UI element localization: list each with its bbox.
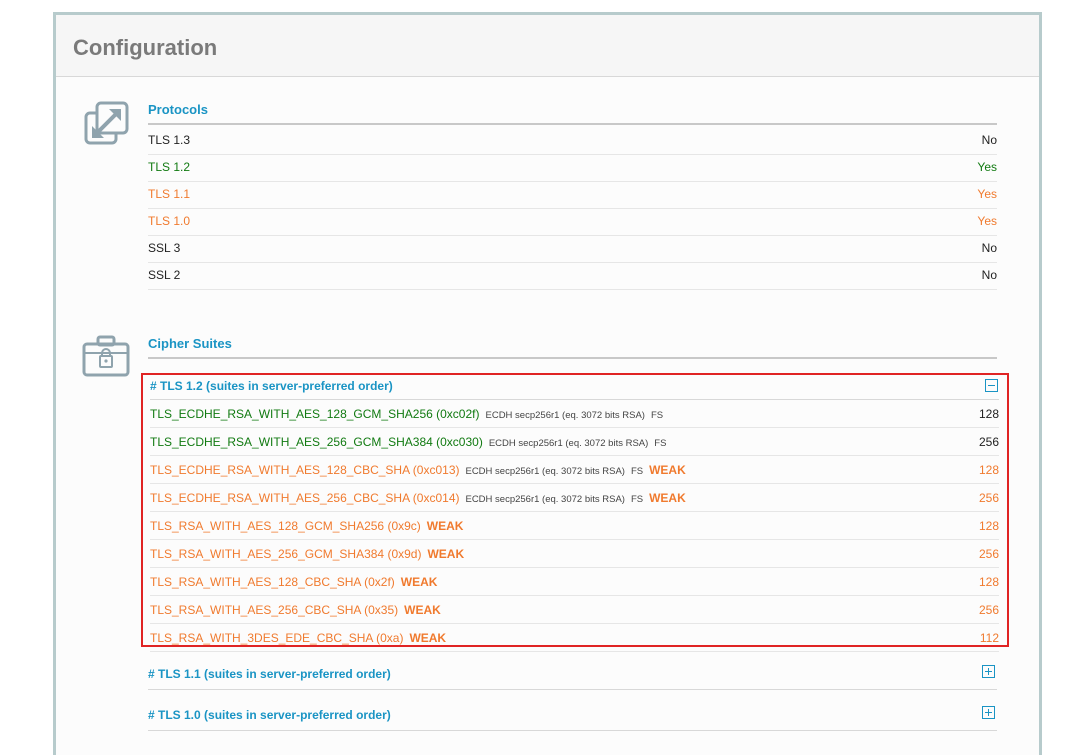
protocol-name: SSL 3 xyxy=(148,241,181,255)
protocol-name: TLS 1.0 xyxy=(148,214,191,228)
suite-code: (0x35) xyxy=(364,603,399,617)
suite-name-cell: TLS_RSA_WITH_AES_256_CBC_SHA (0x35) WEAK xyxy=(150,603,441,617)
expand-icon[interactable] xyxy=(982,706,995,719)
suite-name: TLS_RSA_WITH_AES_256_GCM_SHA384 xyxy=(150,547,385,561)
suite-name: TLS_RSA_WITH_AES_256_CBC_SHA xyxy=(150,603,361,617)
suite-name: TLS_ECDHE_RSA_WITH_AES_256_GCM_SHA384 xyxy=(150,435,433,449)
page-title: Configuration xyxy=(73,35,218,60)
expand-icon[interactable] xyxy=(982,665,995,678)
suite-name: TLS_RSA_WITH_AES_128_GCM_SHA256 xyxy=(150,519,385,533)
suite-name-cell: TLS_RSA_WITH_AES_128_GCM_SHA256 (0x9c) WE… xyxy=(150,519,463,533)
suite-name: TLS_RSA_WITH_AES_128_CBC_SHA xyxy=(150,575,361,589)
suite-key-exchange: ECDH secp256r1 (eq. 3072 bits RSA) xyxy=(465,494,625,505)
protocol-row: TLS 1.0 Yes xyxy=(148,208,997,236)
suite-name: TLS_ECDHE_RSA_WITH_AES_128_GCM_SHA256 xyxy=(150,407,433,421)
protocol-support: Yes xyxy=(977,214,997,228)
protocol-row: TLS 1.2 Yes xyxy=(148,154,997,182)
forward-secrecy-badge: FS xyxy=(654,438,667,449)
forward-secrecy-badge: FS xyxy=(630,494,644,505)
group-tls10[interactable]: # TLS 1.0 (suites in server-preferred or… xyxy=(148,690,997,731)
suite-code: (0xc030) xyxy=(436,435,483,449)
protocol-row: TLS 1.1 Yes xyxy=(148,181,997,209)
protocol-name: TLS 1.2 xyxy=(148,160,191,174)
weak-badge: WEAK xyxy=(649,463,686,477)
suite-code: (0x9d) xyxy=(387,547,422,561)
cipher-suite-row: TLS_RSA_WITH_AES_256_CBC_SHA (0x35) WEAK 2… xyxy=(150,596,999,624)
briefcase-lock-icon xyxy=(81,335,131,382)
cipher-suite-row: TLS_RSA_WITH_3DES_EDE_CBC_SHA (0xa) WEAK 1… xyxy=(150,624,999,652)
suite-name-cell: TLS_ECDHE_RSA_WITH_AES_256_GCM_SHA384 (0… xyxy=(150,435,666,449)
suite-bits: 128 xyxy=(978,407,999,421)
suite-code: (0xc02f) xyxy=(436,407,480,421)
cipher-suite-row: TLS_ECDHE_RSA_WITH_AES_128_CBC_SHA (0xc0… xyxy=(150,456,999,484)
suite-name-cell: TLS_RSA_WITH_AES_128_CBC_SHA (0x2f) WEAK xyxy=(150,575,437,589)
suite-name-cell: TLS_RSA_WITH_3DES_EDE_CBC_SHA (0xa) WEAK xyxy=(150,631,446,645)
cipher-suite-row: TLS_RSA_WITH_AES_128_GCM_SHA256 (0x9c) WE… xyxy=(150,512,999,540)
weak-badge: WEAK xyxy=(400,575,438,589)
suite-bits: 256 xyxy=(978,603,999,617)
forward-secrecy-badge: FS xyxy=(630,466,644,477)
suite-bits: 128 xyxy=(978,463,999,477)
suite-name-cell: TLS_RSA_WITH_AES_256_GCM_SHA384 (0x9d) WE… xyxy=(150,547,464,561)
suite-code: (0x9c) xyxy=(387,519,421,533)
cipher-suite-row: TLS_ECDHE_RSA_WITH_AES_256_CBC_SHA (0xc0… xyxy=(150,484,999,512)
collapse-icon[interactable] xyxy=(985,379,998,392)
suite-bits: 112 xyxy=(979,631,999,645)
group-tls11[interactable]: # TLS 1.1 (suites in server-preferred or… xyxy=(148,649,997,690)
cipher-suite-row: TLS_ECDHE_RSA_WITH_AES_256_GCM_SHA384 (0… xyxy=(150,428,999,456)
suite-name: TLS_RSA_WITH_3DES_EDE_CBC_SHA xyxy=(150,631,373,645)
suite-code: (0xc013) xyxy=(412,463,460,477)
protocol-support: No xyxy=(981,241,997,255)
suite-key-exchange: ECDH secp256r1 (eq. 3072 bits RSA) xyxy=(488,438,649,449)
cipher-suites-title: Cipher Suites xyxy=(148,336,232,351)
cipher-suites-divider xyxy=(148,357,997,359)
suite-bits: 256 xyxy=(978,435,999,449)
cipher-suite-row: TLS_RSA_WITH_AES_256_GCM_SHA384 (0x9d) WE… xyxy=(150,540,999,568)
protocol-support: Yes xyxy=(977,187,997,201)
protocols-title: Protocols xyxy=(148,102,208,117)
suite-code: (0xa) xyxy=(376,631,404,645)
protocol-row: SSL 2 No xyxy=(148,262,997,290)
protocol-name: TLS 1.3 xyxy=(148,133,191,147)
suite-key-exchange: ECDH secp256r1 (eq. 3072 bits RSA) xyxy=(465,466,625,477)
configuration-panel: Configuration Protocols TLS 1.3 No TLS 1.2… xyxy=(53,12,1042,755)
forward-secrecy-badge: FS xyxy=(650,410,664,421)
protocol-name: TLS 1.1 xyxy=(148,187,191,201)
weak-badge: WEAK xyxy=(404,603,441,617)
group-heading-tls10[interactable]: # TLS 1.0 (suites in server-preferred or… xyxy=(148,708,391,722)
expand-arrows-icon xyxy=(83,101,129,150)
weak-badge: WEAK xyxy=(409,631,447,645)
suite-code: (0xc014) xyxy=(412,491,460,505)
protocol-support: No xyxy=(981,268,997,282)
cipher-suite-row: TLS_ECDHE_RSA_WITH_AES_128_GCM_SHA256 (0… xyxy=(150,400,999,428)
suite-name: TLS_ECDHE_RSA_WITH_AES_256_CBC_SHA xyxy=(150,491,410,505)
tls12-suites-group: # TLS 1.2 (suites in server-preferred or… xyxy=(141,373,1009,652)
group-heading-tls12[interactable]: # TLS 1.2 (suites in server-preferred or… xyxy=(150,379,393,393)
suite-name-cell: TLS_ECDHE_RSA_WITH_AES_128_GCM_SHA256 (0… xyxy=(150,407,663,421)
suite-bits: 128 xyxy=(978,519,999,533)
cipher-suite-row: TLS_RSA_WITH_AES_128_CBC_SHA (0x2f) WEAK 1… xyxy=(150,568,999,596)
suite-name-cell: TLS_ECDHE_RSA_WITH_AES_128_CBC_SHA (0xc0… xyxy=(150,463,686,477)
suite-key-exchange: ECDH secp256r1 (eq. 3072 bits RSA) xyxy=(485,410,645,421)
protocol-support: No xyxy=(981,133,997,147)
suite-bits: 256 xyxy=(978,491,999,505)
panel-header: Configuration xyxy=(56,15,1039,77)
suite-name-cell: TLS_ECDHE_RSA_WITH_AES_256_CBC_SHA (0xc0… xyxy=(150,491,686,505)
suite-bits: 256 xyxy=(978,547,999,561)
group-heading-tls11[interactable]: # TLS 1.1 (suites in server-preferred or… xyxy=(148,667,391,681)
protocol-row: TLS 1.3 No xyxy=(148,127,997,155)
protocol-row: SSL 3 No xyxy=(148,235,997,263)
protocol-support: Yes xyxy=(977,160,997,174)
suite-code: (0x2f) xyxy=(364,575,395,589)
suite-name: TLS_ECDHE_RSA_WITH_AES_128_CBC_SHA xyxy=(150,463,410,477)
suite-bits: 128 xyxy=(978,575,999,589)
weak-badge: WEAK xyxy=(649,491,686,505)
protocols-divider xyxy=(148,123,997,125)
weak-badge: WEAK xyxy=(427,547,465,561)
protocol-name: SSL 2 xyxy=(148,268,181,282)
weak-badge: WEAK xyxy=(426,519,464,533)
